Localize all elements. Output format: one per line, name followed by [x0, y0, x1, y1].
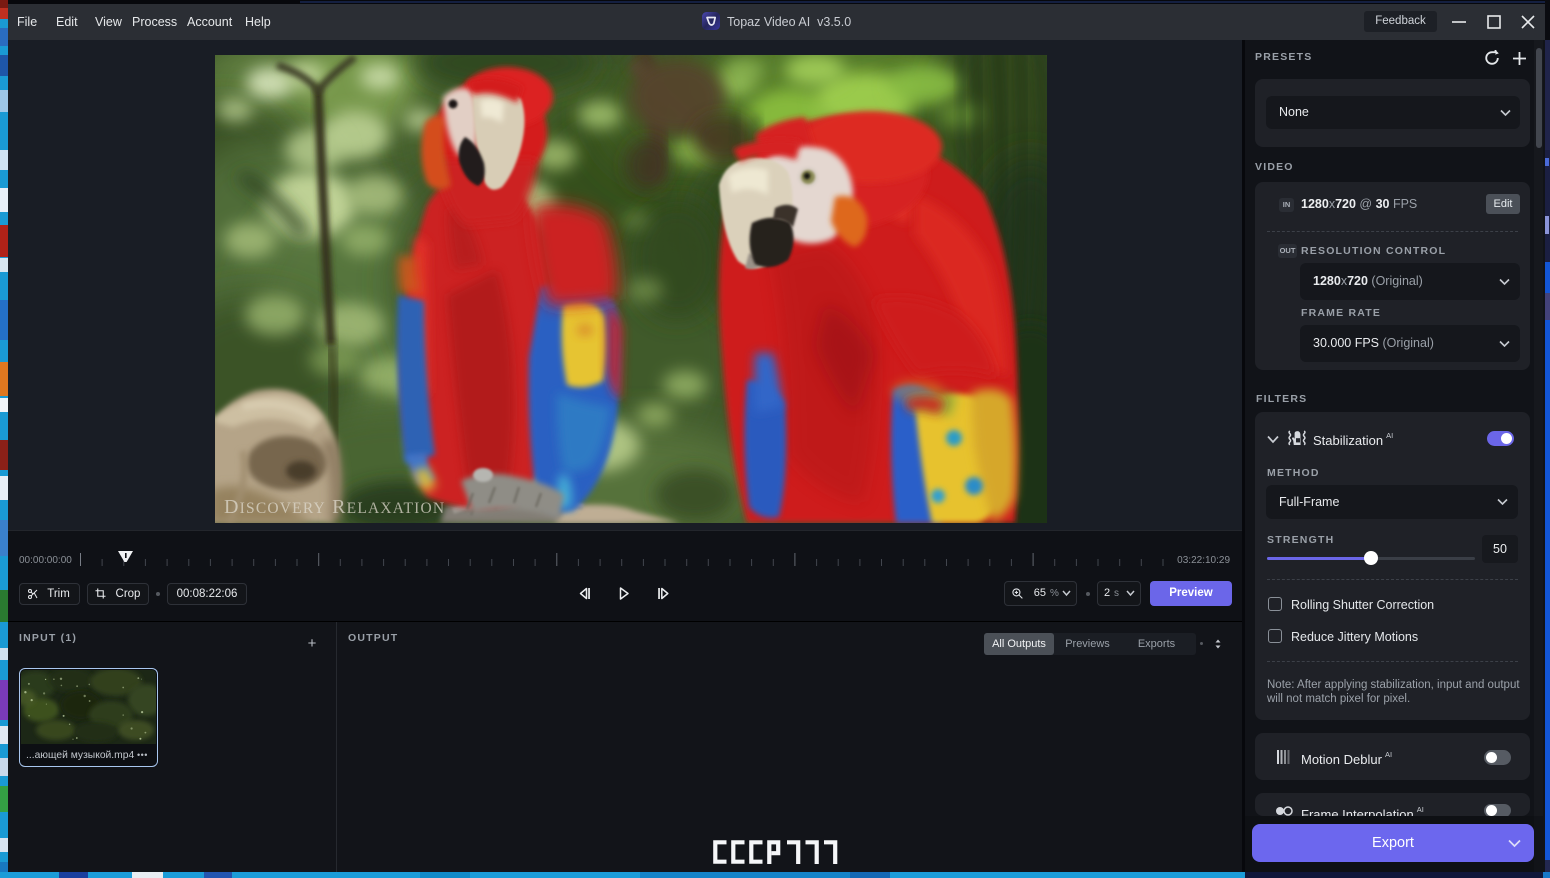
- svg-text:DISCOVERY RELAXATION: DISCOVERY RELAXATION: [224, 496, 445, 518]
